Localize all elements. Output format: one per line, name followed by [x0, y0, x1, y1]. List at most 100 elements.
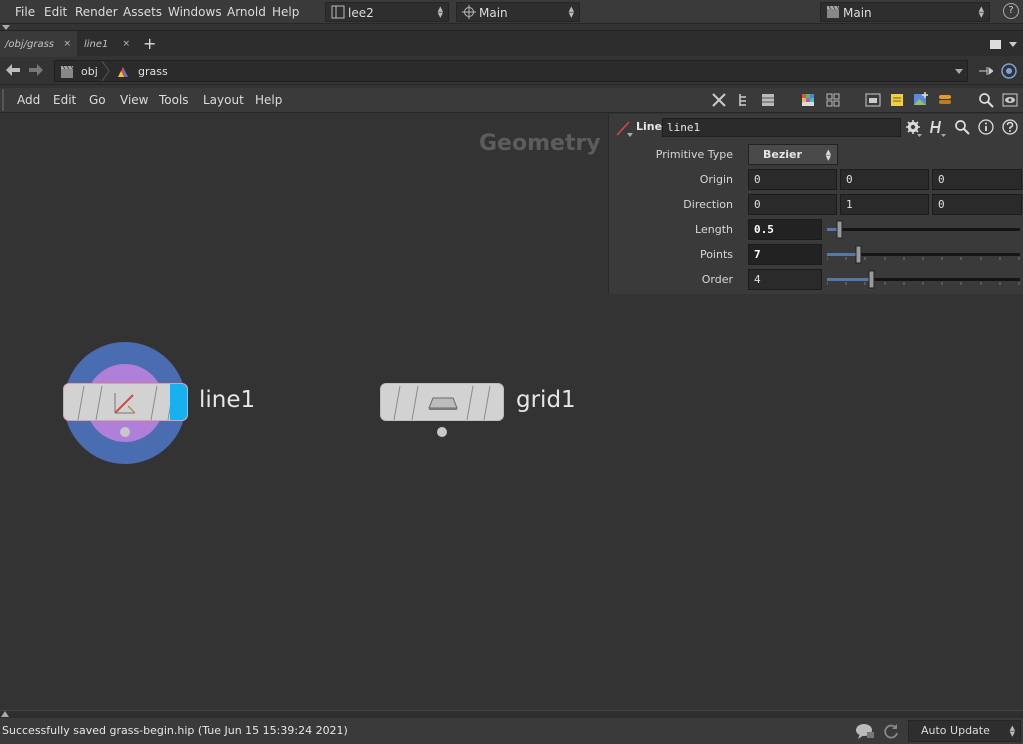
line-node-type-icon[interactable] — [615, 119, 633, 137]
tree-icon[interactable] — [736, 92, 752, 108]
desktop-dropdown[interactable]: lee2 ▲ ▼ — [325, 2, 449, 22]
pin-icon[interactable] — [979, 64, 993, 78]
net-menu-view[interactable]: View — [120, 93, 148, 107]
crumb-obj[interactable]: obj — [81, 65, 98, 78]
network-toolbar: Add Edit Go View Tools Layout Help — [0, 88, 1023, 113]
net-menu-edit[interactable]: Edit — [53, 93, 76, 107]
tab-line1[interactable]: line1 × — [78, 31, 136, 57]
length-field[interactable]: 0.5 — [748, 219, 822, 240]
search-icon[interactable] — [954, 119, 970, 135]
direction-x-field[interactable]: 0 — [748, 194, 837, 215]
parameter-pane: Line line1 Primitive Type Bezier ▲ ▼ Orig… — [608, 114, 1023, 294]
main-menubar: File Edit Render Assets Windows Arnold H… — [0, 0, 1023, 24]
menu-edit[interactable]: Edit — [44, 5, 67, 19]
pane-layout-icon[interactable] — [990, 40, 1001, 49]
net-menu-layout[interactable]: Layout — [203, 93, 244, 107]
net-menu-tools[interactable]: Tools — [159, 93, 189, 107]
order-label: Order — [701, 273, 733, 286]
layout-dropdown[interactable]: Main ▲ ▼ — [820, 2, 990, 22]
path-breadcrumb: obj grass — [54, 60, 968, 82]
subnet-stack-icon[interactable] — [937, 92, 953, 108]
menu-render[interactable]: Render — [75, 5, 118, 19]
menu-arnold[interactable]: Arnold — [227, 5, 266, 19]
line1-node-label: line1 — [199, 387, 256, 413]
order-slider[interactable] — [827, 269, 1020, 290]
menu-help[interactable]: Help — [272, 5, 299, 19]
order-field[interactable]: 4 — [748, 269, 822, 290]
tab-label: line1 — [84, 39, 109, 50]
status-bar: Successfully saved grass-begin.hip (Tue … — [0, 718, 1023, 744]
line1-output-connector[interactable] — [119, 426, 131, 438]
net-menu-help[interactable]: Help — [255, 93, 282, 107]
net-menu-go[interactable]: Go — [89, 93, 106, 107]
line1-node[interactable] — [63, 383, 188, 421]
desktop-name: lee2 — [348, 6, 374, 20]
grid1-node[interactable] — [380, 383, 504, 421]
menu-file[interactable]: File — [15, 5, 35, 19]
origin-y-field[interactable]: 0 — [840, 169, 929, 190]
crosshair-icon — [462, 5, 476, 19]
tools-icon[interactable] — [711, 92, 727, 108]
direction-y-field[interactable]: 1 — [840, 194, 929, 215]
add-tab-button[interactable]: + — [143, 34, 156, 53]
grid1-node-label: grid1 — [516, 387, 576, 413]
updown-arrows-icon: ▲ ▼ — [437, 5, 443, 19]
network-scrollbar[interactable] — [0, 710, 1023, 718]
grid1-output-connector[interactable] — [436, 426, 448, 438]
node-type-label: Line — [636, 120, 663, 133]
scroll-up-arrow-icon[interactable] — [1, 711, 9, 717]
layout-name: Main — [843, 6, 872, 20]
context-label: Geometry — [479, 131, 601, 156]
node-name-field[interactable]: line1 — [662, 118, 901, 137]
line-sop-icon — [114, 393, 136, 414]
origin-z-field[interactable]: 0 — [932, 169, 1022, 190]
origin-x-field[interactable]: 0 — [748, 169, 837, 190]
link-ring-icon[interactable] — [1001, 63, 1017, 79]
origin-label: Origin — [699, 173, 733, 186]
crumb-grass[interactable]: grass — [138, 65, 168, 78]
length-slider[interactable] — [827, 219, 1020, 240]
primitive-type-label: Primitive Type — [655, 148, 733, 161]
viewport-dropdown[interactable]: Main ▲ ▼ — [456, 2, 580, 22]
forward-arrow-icon[interactable] — [29, 64, 43, 76]
back-arrow-icon[interactable] — [6, 64, 20, 76]
tab-obj-grass[interactable]: /obj/grass × — [0, 31, 77, 57]
primitive-type-value: Bezier — [763, 148, 802, 161]
direction-z-field[interactable]: 0 — [932, 194, 1022, 215]
list-view-icon[interactable] — [760, 92, 776, 108]
points-slider[interactable] — [827, 244, 1020, 265]
info-icon[interactable] — [978, 119, 994, 135]
primitive-type-menu[interactable]: Bezier ▲ ▼ — [748, 144, 838, 165]
help-icon[interactable]: ? — [1003, 3, 1019, 19]
tab-menu-arrow-icon[interactable] — [1009, 42, 1017, 47]
sticky-note-icon[interactable] — [889, 92, 905, 108]
search-icon[interactable] — [978, 92, 994, 108]
tab-label: /obj/grass — [5, 39, 54, 50]
path-dropdown-icon[interactable] — [955, 69, 963, 74]
menu-assets[interactable]: Assets — [123, 5, 162, 19]
update-mode-value: Auto Update — [921, 724, 990, 737]
network-box-icon[interactable] — [865, 92, 881, 108]
chat-bubble-icon[interactable] — [855, 722, 875, 740]
refresh-icon[interactable] — [882, 722, 900, 740]
background-image-icon[interactable] — [913, 92, 929, 108]
path-bar: obj grass — [0, 57, 1023, 85]
close-icon[interactable]: × — [122, 39, 130, 49]
eye-icon[interactable] — [1002, 92, 1018, 108]
net-menu-add[interactable]: Add — [17, 93, 40, 107]
menu-windows[interactable]: Windows — [168, 5, 222, 19]
obj-context-icon — [61, 65, 74, 78]
color-palette-icon[interactable] — [800, 92, 816, 108]
help-icon[interactable] — [1002, 119, 1018, 135]
points-field[interactable]: 7 — [748, 244, 822, 265]
close-icon[interactable]: × — [63, 39, 71, 49]
toolbar-grip — [2, 89, 4, 111]
geo-object-icon — [118, 67, 128, 77]
gear-icon[interactable] — [905, 119, 923, 137]
houdini-help-icon[interactable] — [929, 119, 947, 137]
update-mode-dropdown[interactable]: Auto Update ▲ ▼ — [908, 720, 1021, 742]
shapes-grid-icon[interactable] — [825, 92, 841, 108]
grid-sop-icon — [428, 397, 458, 410]
updown-arrows-icon: ▲ ▼ — [825, 148, 831, 162]
parameter-header: Line line1 — [609, 114, 1023, 140]
